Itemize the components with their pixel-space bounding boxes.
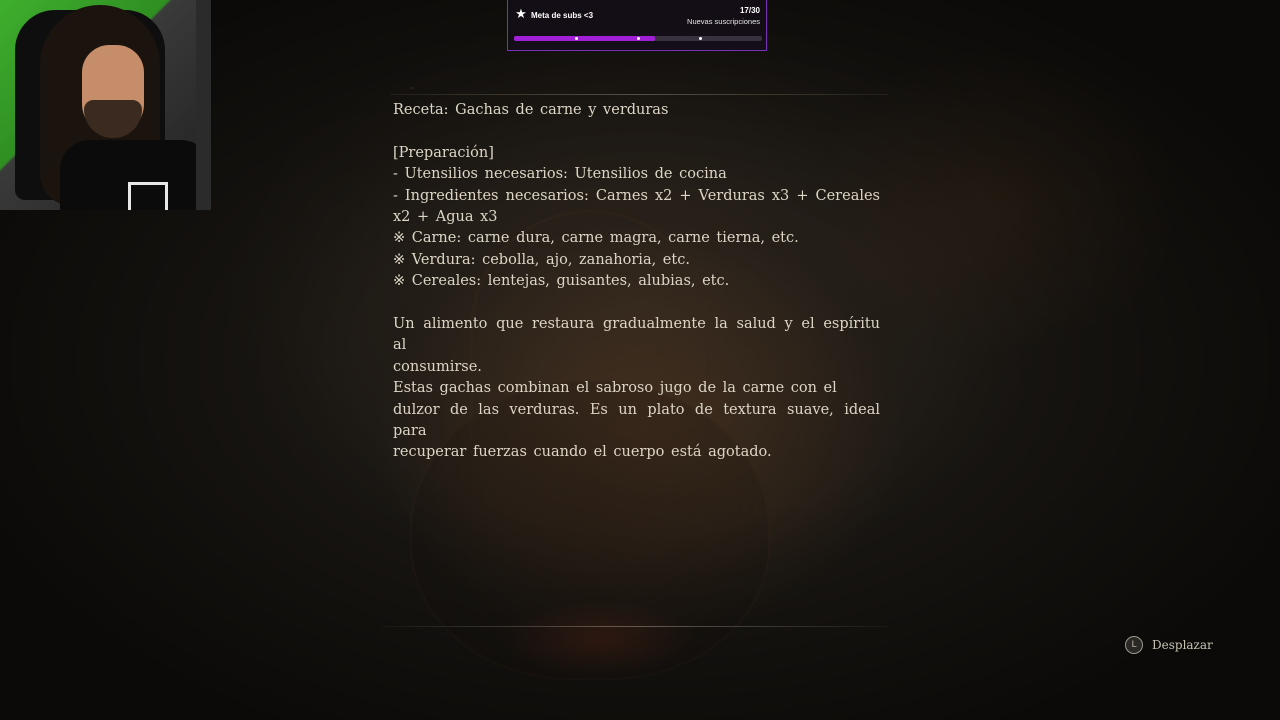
goal-milestone-marker xyxy=(637,37,640,40)
description-line: consumirse. xyxy=(393,358,482,375)
description-line: Estas gachas combinan el sabroso jugo de… xyxy=(393,380,837,397)
scroll-prompt[interactable]: L Desplazar xyxy=(1125,634,1213,656)
goal-milestone-marker xyxy=(575,37,578,40)
scroll-label: Desplazar xyxy=(1152,638,1213,652)
page-top-divider xyxy=(390,94,888,95)
left-stick-icon: L xyxy=(1125,636,1143,654)
description-line: dulzor de las verduras. Es un plato de t… xyxy=(393,401,880,440)
description-line: recuperar fuerzas cuando el cuerpo está … xyxy=(393,444,772,461)
page-bottom-divider xyxy=(382,626,890,627)
webcam-edge xyxy=(196,0,211,210)
page-header-mark: ~ xyxy=(410,86,415,92)
goal-milestone-marker xyxy=(699,37,702,40)
star-icon: ★ xyxy=(515,6,527,21)
recipe-title: Receta: Gachas de carne y verduras xyxy=(393,102,669,118)
note-meat: ※ Carne: carne dura, carne magra, carne … xyxy=(393,230,799,247)
goal-progress-fill xyxy=(514,36,655,41)
tools-line: - Utensilios necesarios: Utensilios de c… xyxy=(393,166,727,183)
note-cereals: ※ Cereales: lentejas, guisantes, alubias… xyxy=(393,273,730,290)
streamer-webcam xyxy=(0,0,211,210)
goal-subtitle: Nuevas suscripciones xyxy=(687,17,760,26)
note-vegetables: ※ Verdura: cebolla, ajo, zanahoria, etc. xyxy=(393,251,690,268)
ingredients-line: - Ingredientes necesarios: Carnes x2 + V… xyxy=(393,187,880,204)
ingredients-line-continued: x2 + Agua x3 xyxy=(393,209,498,226)
section-heading: [Preparación] xyxy=(393,144,494,161)
goal-progress-track xyxy=(514,36,762,41)
shirt-print xyxy=(128,182,168,210)
description-line: Un alimento que restaura gradualmente la… xyxy=(393,316,880,354)
recipe-document[interactable]: Receta: Gachas de carne y verduras [Prep… xyxy=(393,100,880,464)
goal-count: 17/30 xyxy=(739,6,760,15)
goal-title: Meta de subs <3 xyxy=(531,11,594,20)
sub-goal-widget: ★ Meta de subs <3 17/30 Nuevas suscripci… xyxy=(507,0,767,51)
